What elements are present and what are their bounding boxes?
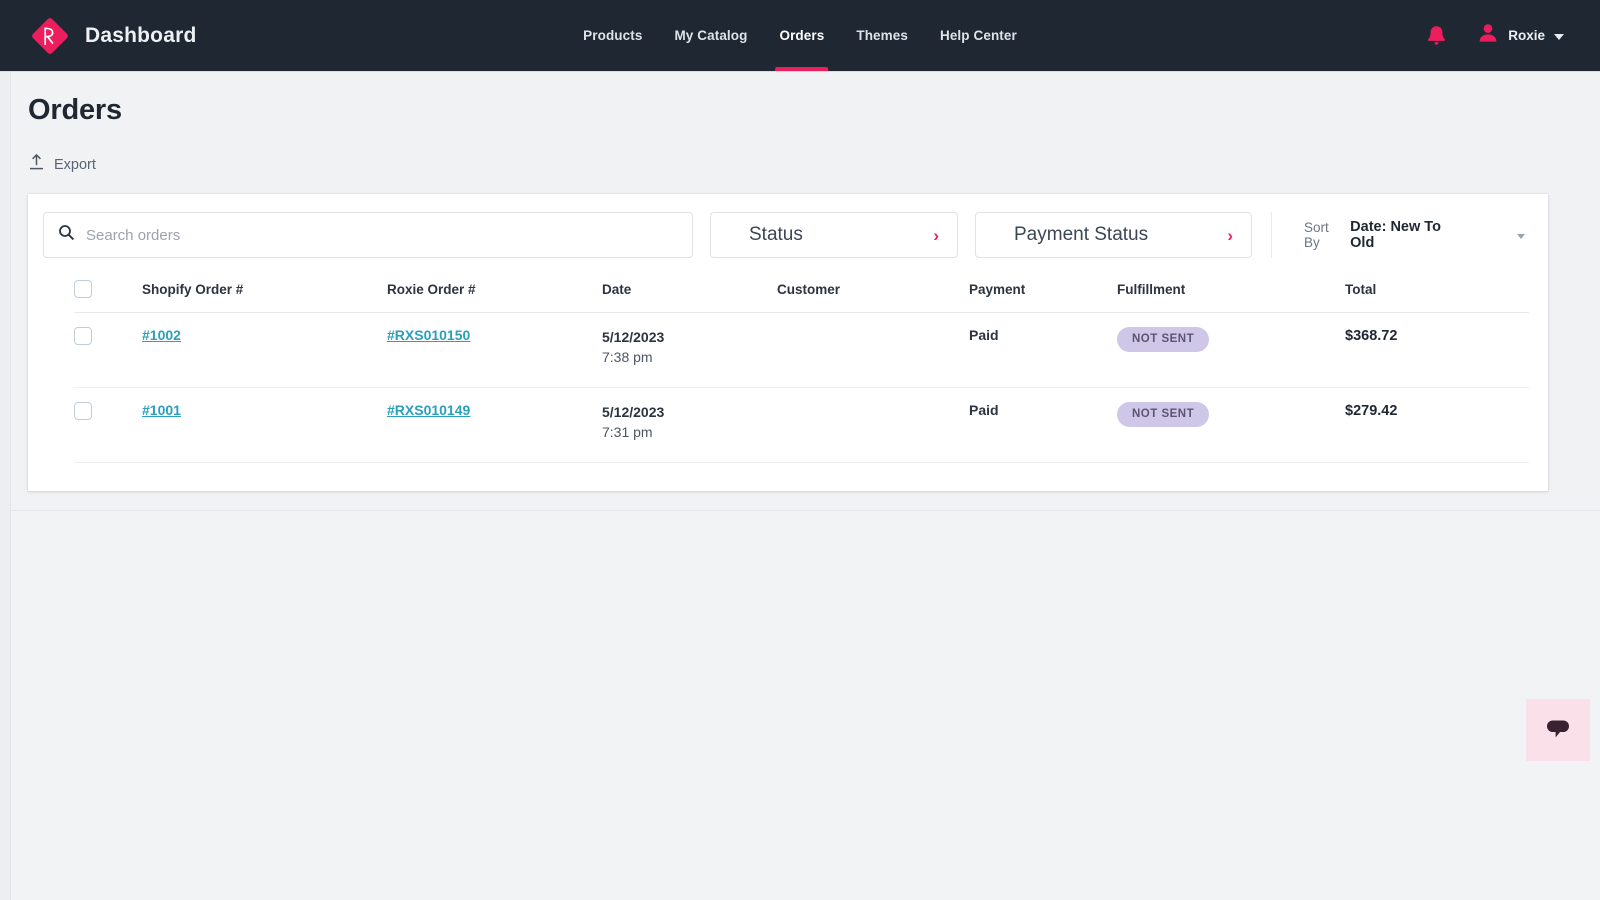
cell-payment: Paid — [969, 312, 1117, 388]
cell-shopify-order: #1001 — [142, 387, 387, 463]
nav-item-my-catalog[interactable]: My Catalog — [670, 0, 751, 71]
row-select-cell — [74, 312, 142, 388]
main-nav: Products My Catalog Orders Themes Help C… — [579, 0, 1021, 71]
roxie-order-link[interactable]: #RXS010150 — [387, 327, 470, 343]
cell-roxie-order: #RXS010150 — [387, 312, 602, 388]
account-menu-button[interactable]: Roxie — [1477, 22, 1564, 49]
caret-down-icon — [1517, 233, 1525, 239]
roxie-diamond-logo-icon — [30, 16, 70, 56]
payment-status-filter-button[interactable]: Payment Status › — [975, 212, 1252, 258]
export-label: Export — [54, 156, 96, 173]
filters-toolbar: Status › Payment Status › Sort By Date: … — [43, 212, 1533, 258]
cell-shopify-order: #1002 — [142, 312, 387, 388]
cell-total: $368.72 — [1345, 312, 1529, 388]
cell-fulfillment: NOT SENT — [1117, 387, 1345, 463]
column-header-payment[interactable]: Payment — [969, 272, 1117, 313]
top-bar-right-actions: Roxie — [1426, 0, 1564, 71]
cell-payment: Paid — [969, 387, 1117, 463]
cell-fulfillment: NOT SENT — [1117, 312, 1345, 388]
user-avatar-icon — [1477, 22, 1499, 49]
column-header-total[interactable]: Total — [1345, 272, 1529, 313]
shopify-order-link[interactable]: #1002 — [142, 327, 181, 343]
cell-date: 5/12/2023 7:38 pm — [602, 312, 777, 388]
chevron-right-icon: › — [933, 225, 939, 245]
nav-item-orders[interactable]: Orders — [775, 0, 829, 71]
page-title: Orders — [28, 94, 122, 126]
sort-by-dropdown[interactable]: Sort By Date: New To Old — [1296, 215, 1533, 255]
account-name: Roxie — [1508, 28, 1545, 43]
cell-date: 5/12/2023 7:31 pm — [602, 387, 777, 463]
order-total: $368.72 — [1345, 328, 1398, 344]
roxie-order-link[interactable]: #RXS010149 — [387, 402, 470, 418]
top-bar-bottom-border — [0, 71, 1600, 72]
page-header-block: Orders Export — [28, 94, 122, 176]
row-select-checkbox[interactable] — [74, 327, 92, 345]
page-left-edge — [0, 72, 11, 900]
row-select-cell — [74, 387, 142, 463]
column-header-customer[interactable]: Customer — [777, 272, 969, 313]
column-header-fulfillment[interactable]: Fulfillment — [1117, 272, 1345, 313]
page-lower-area — [11, 511, 1600, 900]
row-select-checkbox[interactable] — [74, 402, 92, 420]
nav-item-help-center[interactable]: Help Center — [936, 0, 1021, 71]
sort-by-section: Sort By Date: New To Old — [1271, 212, 1533, 258]
status-filter-button[interactable]: Status › — [710, 212, 958, 258]
chat-bubble-icon — [1543, 715, 1573, 746]
sort-by-label: Sort By — [1304, 220, 1329, 250]
search-orders-box[interactable] — [43, 212, 693, 258]
notifications-bell-icon[interactable] — [1426, 24, 1447, 47]
section-divider — [11, 510, 1600, 511]
cell-customer — [777, 387, 969, 463]
export-button[interactable]: Export — [28, 153, 96, 176]
nav-item-products[interactable]: Products — [579, 0, 646, 71]
orders-table-head: Shopify Order # Roxie Order # Date Custo… — [74, 272, 1529, 313]
payment-status-value: Paid — [969, 327, 999, 343]
column-header-roxie-order[interactable]: Roxie Order # — [387, 272, 602, 313]
status-badge: NOT SENT — [1117, 327, 1210, 352]
nav-item-themes[interactable]: Themes — [852, 0, 912, 71]
upload-icon — [28, 153, 45, 176]
search-icon — [58, 224, 75, 246]
select-all-header — [74, 272, 142, 313]
top-navigation-bar: Dashboard Products My Catalog Orders The… — [0, 0, 1600, 71]
column-header-shopify-order[interactable]: Shopify Order # — [142, 272, 387, 313]
order-time: 7:38 pm — [602, 349, 653, 365]
shopify-order-link[interactable]: #1001 — [142, 402, 181, 418]
payment-status-value: Paid — [969, 402, 999, 418]
search-input[interactable] — [86, 226, 678, 244]
cell-customer — [777, 312, 969, 388]
brand-home-link[interactable]: Dashboard — [30, 16, 197, 56]
select-all-checkbox[interactable] — [74, 280, 92, 298]
chevron-down-icon — [1554, 33, 1564, 40]
orders-table: Shopify Order # Roxie Order # Date Custo… — [74, 272, 1529, 463]
chevron-right-icon: › — [1227, 225, 1233, 245]
sort-by-value: Date: New To Old — [1350, 219, 1441, 251]
orders-card: Status › Payment Status › Sort By Date: … — [28, 194, 1548, 491]
cell-total: $279.42 — [1345, 387, 1529, 463]
table-row[interactable]: #1002 #RXS010150 5/12/2023 7:38 pm Paid … — [74, 312, 1529, 388]
table-header-row: Shopify Order # Roxie Order # Date Custo… — [74, 272, 1529, 313]
column-header-date[interactable]: Date — [602, 272, 777, 313]
cell-roxie-order: #RXS010149 — [387, 387, 602, 463]
order-date: 5/12/2023 — [602, 404, 665, 420]
orders-table-body: #1002 #RXS010150 5/12/2023 7:38 pm Paid … — [74, 312, 1529, 463]
status-filter-label: Status — [749, 224, 803, 245]
orders-dashboard-page: Dashboard Products My Catalog Orders The… — [0, 0, 1600, 900]
payment-status-filter-label: Payment Status — [1014, 224, 1149, 245]
order-total: $279.42 — [1345, 403, 1398, 419]
brand-title: Dashboard — [85, 23, 197, 47]
order-date: 5/12/2023 — [602, 329, 665, 345]
order-time: 7:31 pm — [602, 424, 653, 440]
chat-launcher-button[interactable] — [1526, 699, 1590, 761]
table-row[interactable]: #1001 #RXS010149 5/12/2023 7:31 pm Paid … — [74, 387, 1529, 463]
status-badge: NOT SENT — [1117, 402, 1210, 427]
